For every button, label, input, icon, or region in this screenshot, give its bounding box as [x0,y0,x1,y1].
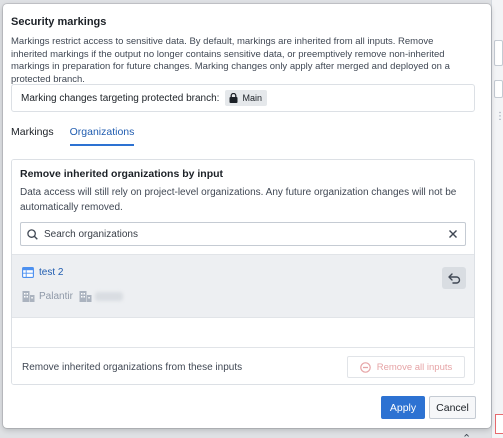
lock-icon [229,93,238,103]
tab-markings[interactable]: Markings [11,126,54,146]
remove-all-label: Remove all inputs [376,361,453,373]
list-item: test 2 Palantir [12,254,474,318]
empty-list-area [12,320,474,348]
remove-circle-icon [359,361,371,373]
cancel-button[interactable]: Cancel [429,396,476,419]
panel-header: Remove inherited organizations by input … [12,160,474,252]
search-icon [27,228,38,240]
footer-label: Remove inherited organizations from thes… [22,362,243,373]
protected-branch-box: Marking changes targeting protected bran… [11,84,475,112]
background-error-field [495,414,503,434]
building-icon [79,291,92,302]
search-input[interactable] [44,228,424,240]
background-field [494,80,503,98]
organization-name: Palantir [39,290,73,302]
tab-organizations[interactable]: Organizations [69,126,135,146]
panel-footer: Remove inherited organizations from thes… [12,348,474,384]
undo-icon [447,272,460,284]
remove-all-inputs-button[interactable]: Remove all inputs [347,356,465,378]
input-name-link[interactable]: test 2 [39,267,63,278]
building-icon [22,291,35,302]
dialog-description: Markings restrict access to sensitive da… [11,36,450,85]
organizations-panel: Remove inherited organizations by input … [11,159,475,385]
branch-tag: Main [225,90,267,106]
search-box[interactable] [20,222,466,246]
panel-subtitle: Data access will still rely on project-l… [20,187,457,213]
apply-button[interactable]: Apply [381,396,425,419]
input-row: test 2 [22,267,63,278]
organization-list: Palantir [22,290,123,302]
tab-bar: Markings Organizations [11,126,150,146]
branch-label: Marking changes targeting protected bran… [21,92,220,104]
security-markings-dialog: Security markings Markings restrict acce… [3,4,491,428]
dialog-title: Security markings [11,16,107,28]
undo-remove-button[interactable] [442,267,466,289]
redacted-organization-name [94,291,123,301]
background-field [494,40,503,66]
clear-icon[interactable] [447,228,459,240]
dataset-table-icon [22,267,34,278]
background-app-edge: ⋮ [491,0,503,438]
panel-title: Remove inherited organizations by input [20,168,224,180]
branch-tag-label: Main [242,93,262,103]
drag-handle-icon: ⋮ [495,111,503,122]
